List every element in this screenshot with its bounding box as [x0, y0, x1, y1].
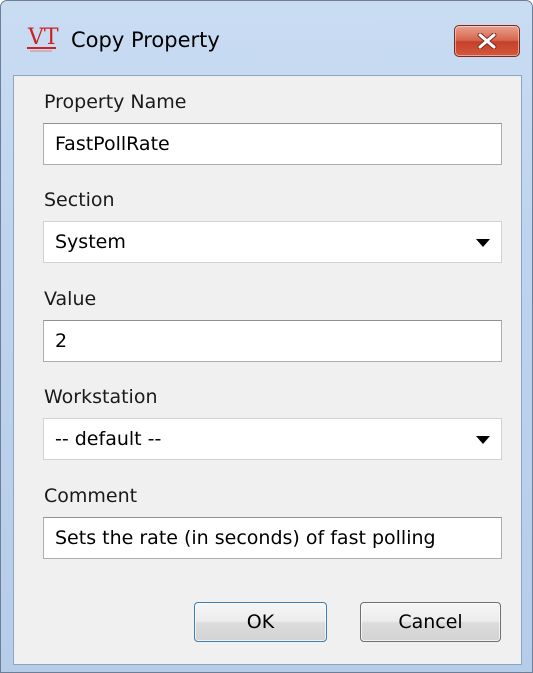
title-bar[interactable]: VT Copy Property — [1, 1, 532, 75]
workstation-select[interactable]: -- default -- — [43, 418, 502, 460]
ok-button[interactable]: OK — [194, 602, 327, 642]
property-name-input[interactable]: FastPollRate — [43, 123, 502, 165]
comment-label: Comment — [44, 485, 138, 507]
close-button[interactable] — [454, 25, 520, 57]
comment-input[interactable]: Sets the rate (in seconds) of fast polli… — [43, 517, 502, 559]
property-name-label: Property Name — [44, 91, 187, 113]
app-logo-text: VT — [27, 25, 59, 50]
cancel-button[interactable]: Cancel — [360, 602, 501, 642]
section-label: Section — [44, 189, 115, 211]
section-select[interactable]: System — [43, 221, 502, 263]
workstation-label: Workstation — [44, 386, 158, 408]
value-input[interactable]: 2 — [43, 320, 502, 362]
copy-property-dialog: VT Copy Property Property Name FastPollR… — [0, 0, 533, 673]
workstation-selected-value: -- default -- — [55, 428, 162, 450]
app-logo-icon: VT — [27, 25, 59, 52]
dialog-body: Property Name FastPollRate Section Syste… — [13, 75, 522, 665]
section-selected-value: System — [55, 231, 126, 253]
close-icon — [477, 33, 497, 49]
chevron-down-icon[interactable] — [476, 239, 490, 247]
window-title: Copy Property — [71, 28, 220, 52]
value-label: Value — [44, 288, 97, 310]
chevron-down-icon[interactable] — [476, 436, 490, 444]
